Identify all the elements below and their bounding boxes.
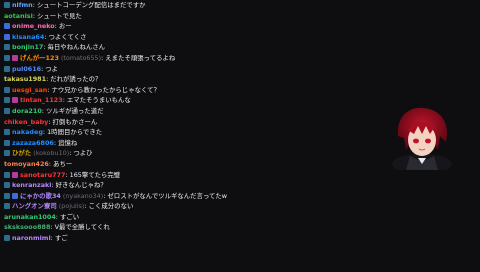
- chat-username[interactable]: aotanisi: [4, 12, 33, 20]
- chat-message: onime_neko: おー: [0, 21, 380, 32]
- wrench-badge-icon[interactable]: [4, 86, 10, 93]
- chat-username[interactable]: sanotaru777: [20, 171, 65, 179]
- chat-username[interactable]: uesgi_san: [12, 86, 47, 94]
- chat-username[interactable]: zazaza6806: [12, 139, 54, 147]
- wrench-badge-icon[interactable]: [4, 203, 10, 210]
- chat-message-text: : ゼロストがなんでツルギなんだ言ってたw: [103, 191, 228, 200]
- chat-username[interactable]: kenranzaki: [12, 181, 51, 189]
- chat-message: zazaza6806: 追憶ね: [0, 138, 380, 149]
- chat-message-text: : つよひ: [69, 149, 93, 158]
- tv-badge-icon[interactable]: [4, 33, 10, 40]
- chat-username[interactable]: onime_neko: [12, 22, 55, 30]
- chat-message: aotanisi: シュートで見た: [0, 11, 380, 22]
- chat-message-text: : 打倒もかさーん: [48, 117, 98, 126]
- gift-badge-icon[interactable]: [12, 171, 18, 178]
- chat-login-name: (pojulis): [56, 202, 85, 211]
- chat-message-text: : V最で全勝してくれ: [50, 223, 110, 232]
- chat-message-text: : シュートで見た: [32, 11, 82, 20]
- chat-login-name: (tomato655): [58, 53, 102, 62]
- chat-username[interactable]: げんが一123: [20, 54, 59, 62]
- gift-badge-icon[interactable]: [12, 97, 18, 104]
- chat-message-text: : 追憶ね: [53, 138, 78, 147]
- chat-username[interactable]: chiken_baby: [4, 118, 48, 126]
- wrench-badge-icon[interactable]: [4, 171, 10, 178]
- wrench-badge-icon[interactable]: [4, 65, 10, 72]
- tv-badge-icon[interactable]: [12, 192, 18, 199]
- chat-message-text: : あちー: [48, 159, 73, 168]
- chat-message-text: : ツルギが通った道だ: [41, 106, 104, 115]
- chat-message-text: : つよくてくさ: [44, 32, 87, 41]
- chat-message: kisana64: つよくてくさ: [0, 32, 380, 43]
- chat-message: ハングオン寮司 (pojulis): こく成分のない: [0, 201, 380, 212]
- wrench-badge-icon[interactable]: [4, 139, 10, 146]
- wrench-badge-icon[interactable]: [4, 107, 10, 114]
- chat-message-text: : つよ: [41, 64, 59, 73]
- chat-message: kenranzaki: 好きなんじゃね？: [0, 180, 380, 191]
- chat-username[interactable]: arunakan1004: [4, 213, 56, 221]
- wrench-badge-icon[interactable]: [4, 235, 10, 242]
- chat-username[interactable]: kisana64: [12, 33, 44, 41]
- chat-message: chiken_baby: 打倒もかさーん: [0, 117, 380, 128]
- chat-message: tintan_1123: エマたそうまいもんな: [0, 95, 380, 106]
- wrench-badge-icon[interactable]: [4, 54, 10, 61]
- chat-username[interactable]: tomoyan426: [4, 160, 49, 168]
- chat-message: naronmimi: すご: [0, 233, 380, 244]
- chat-message: げんが一123 (tomato655): えまたそ頑張ってるよね: [0, 53, 380, 64]
- chat-message-text: : 好きなんじゃね？: [51, 181, 107, 190]
- chat-message-text: : すご: [50, 234, 68, 243]
- tv-badge-icon[interactable]: [4, 23, 10, 30]
- chat-username[interactable]: takasu1981: [4, 75, 46, 83]
- chat-message: takasu1981: だれが誘ったの？: [0, 74, 380, 85]
- chat-message: pul0616: つよ: [0, 64, 380, 75]
- wrench-badge-icon[interactable]: [4, 129, 10, 136]
- chat-message: sksksooo888: V最で全勝してくれ: [0, 222, 380, 233]
- chat-message: tomoyan426: あちー: [0, 159, 380, 170]
- chat-message-text: : こく成分のない: [84, 202, 134, 211]
- chat-message: bonjin17: 毎日やねんねんさん: [0, 42, 380, 53]
- chat-login-name: (nyakano34): [60, 191, 104, 200]
- chat-message-text: : 毎日やねんねんさん: [43, 43, 106, 52]
- wrench-badge-icon[interactable]: [4, 182, 10, 189]
- chat-message-text: : すごい: [55, 212, 80, 221]
- chat-username[interactable]: pul0616: [12, 65, 41, 73]
- chat-message: にゃかの歌34 (nyakano34): ゼロストがなんでツルギなんだ言ってたw: [0, 191, 380, 202]
- chat-message-list: nlfmn: シュートコーデング配信はまだですか aotanisi: シュートで見…: [0, 0, 380, 272]
- chat-message: nakadeg: 1時間目からできた: [0, 127, 380, 138]
- chat-message: dora210: ツルギが通った道だ: [0, 106, 380, 117]
- streamer-avatar-image: [392, 107, 452, 170]
- chat-message-text: : エマたそうまいもんな: [62, 96, 131, 105]
- wrench-badge-icon[interactable]: [4, 97, 10, 104]
- gift-badge-icon[interactable]: [12, 54, 18, 61]
- chat-message-text: : おー: [54, 22, 72, 31]
- chat-username[interactable]: ひがた: [12, 149, 31, 157]
- chat-username[interactable]: bonjin17: [12, 43, 43, 51]
- chat-username[interactable]: naronmimi: [12, 234, 51, 242]
- wrench-badge-icon[interactable]: [4, 192, 10, 199]
- chat-message-text: : 1時間目からできた: [42, 128, 103, 137]
- chat-message-text: : 165擎てたら完璧: [65, 170, 121, 179]
- chat-message-text: : シュートコーデング配信はまだですか: [32, 1, 146, 9]
- chat-message: uesgi_san: ナウ兄から教わったからじゃなくて？: [0, 85, 380, 96]
- chat-username[interactable]: nakadeg: [12, 128, 43, 136]
- chat-message: ひがた (kokobu10): つよひ: [0, 148, 380, 159]
- wrench-badge-icon[interactable]: [4, 150, 10, 157]
- chat-login-name: (kokobu10): [31, 149, 70, 158]
- chat-message-text: : だれが誘ったの？: [46, 75, 102, 84]
- wrench-badge-icon[interactable]: [4, 2, 10, 8]
- chat-message-text: : えまたそ頑張ってるよね: [101, 53, 176, 62]
- chat-message: arunakan1004: すごい: [0, 212, 380, 223]
- chat-username[interactable]: dora210: [12, 107, 42, 115]
- chat-message: sanotaru777: 165擎てたら完璧: [0, 170, 380, 181]
- chat-message-text: : ナウ兄から教わったからじゃなくて？: [47, 85, 160, 94]
- chat-message: nlfmn: シュートコーデング配信はまだですか: [0, 0, 380, 11]
- chat-username[interactable]: tintan_1123: [20, 96, 63, 104]
- wrench-badge-icon[interactable]: [4, 44, 10, 51]
- chat-username[interactable]: にゃかの歌34: [20, 192, 61, 200]
- chat-username[interactable]: sksksooo888: [4, 223, 50, 231]
- chat-username[interactable]: nlfmn: [12, 1, 33, 9]
- chat-username[interactable]: ハングオン寮司: [12, 202, 57, 210]
